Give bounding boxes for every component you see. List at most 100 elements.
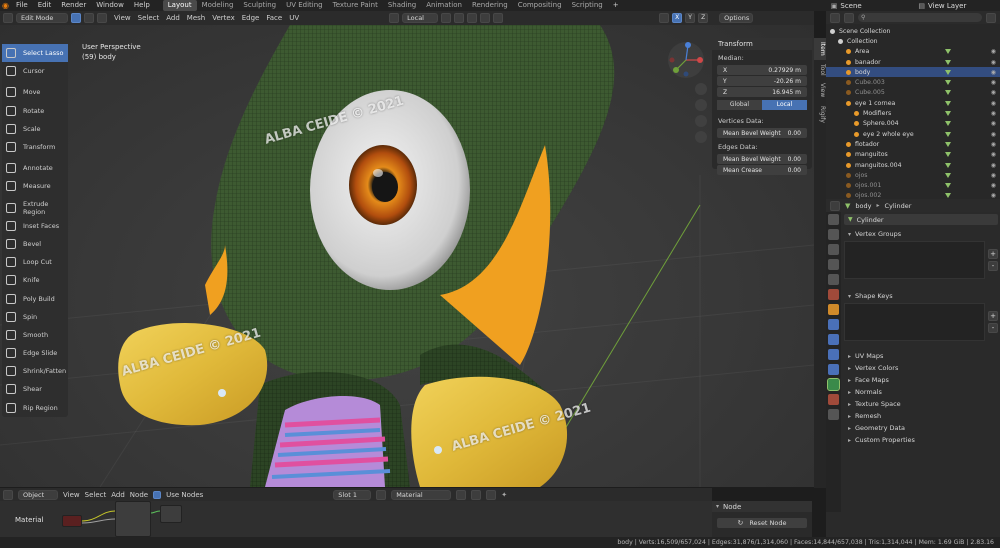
tab-rigify[interactable]: Rigify — [814, 102, 826, 127]
properties-editor-icon[interactable] — [830, 200, 840, 211]
tool-select-lasso[interactable]: Select Lasso — [2, 44, 68, 63]
tab-compositing[interactable]: Compositing — [513, 0, 567, 11]
axis-y-toggle[interactable]: Y — [685, 13, 696, 23]
transform-orientation-icon[interactable] — [389, 13, 400, 23]
mesh-name-field[interactable]: ▼ Cylinder — [844, 214, 998, 225]
tool-shrink-fatten[interactable]: Shrink/Fatten — [2, 362, 68, 380]
tool-shear[interactable]: Shear — [2, 380, 68, 398]
reset-node-button[interactable]: ↻ Reset Node — [717, 518, 807, 528]
texture-props-icon[interactable] — [828, 409, 839, 420]
mode-dropdown[interactable]: Edit Mode — [16, 13, 68, 23]
view-layer-props-icon[interactable] — [828, 259, 839, 270]
tool-bevel[interactable]: Bevel — [2, 235, 68, 253]
outliner-item[interactable]: ojos ◉ — [826, 170, 1000, 180]
visibility-eye-icon[interactable]: ◉ — [951, 182, 996, 189]
remove-vertex-group-button[interactable]: - — [988, 261, 998, 271]
local-button[interactable]: Local — [762, 100, 807, 110]
pivot-dropdown[interactable]: Local — [402, 13, 439, 23]
mean-crease-field[interactable]: Mean Crease 0.00 — [717, 165, 807, 175]
tool-cursor[interactable]: Cursor — [2, 62, 68, 80]
vertex-groups-section[interactable]: ▾ Vertex Groups — [844, 228, 998, 240]
output-props-icon[interactable] — [828, 244, 839, 255]
material-browse-icon[interactable] — [376, 489, 387, 500]
add-workspace-icon[interactable]: + — [608, 0, 624, 11]
tool-props-icon[interactable] — [828, 214, 839, 225]
camera-view-icon[interactable] — [695, 115, 707, 127]
menu-vertex[interactable]: Vertex — [212, 14, 235, 22]
visibility-eye-icon[interactable]: ◉ — [951, 79, 996, 86]
snap-settings-icon[interactable] — [467, 13, 478, 23]
outliner-item[interactable]: eye 1 cornea ◉ — [826, 98, 1000, 108]
world-props-icon[interactable] — [828, 289, 839, 300]
view-layer-field[interactable]: View Layer — [928, 2, 1000, 10]
section-geometry-data[interactable]: ▸ Geometry Data — [844, 422, 998, 434]
section-texture-space[interactable]: ▸ Texture Space — [844, 398, 998, 410]
visibility-eye-icon[interactable]: ◉ — [951, 59, 996, 66]
visibility-eye-icon[interactable]: ◉ — [951, 172, 996, 179]
menu-edge[interactable]: Edge — [242, 14, 260, 22]
menu-view[interactable]: View — [114, 14, 131, 22]
outliner-item[interactable]: Area ◉ — [826, 47, 1000, 57]
tab-uv-editing[interactable]: UV Editing — [281, 0, 328, 11]
scene-field[interactable]: Scene — [840, 2, 918, 10]
outliner-item[interactable]: Scene Collection — [826, 26, 1000, 36]
outliner-item[interactable]: manguitos.004 ◉ — [826, 160, 1000, 170]
texture-node[interactable] — [62, 515, 82, 527]
visibility-eye-icon[interactable]: ◉ — [951, 151, 996, 158]
outliner-item[interactable]: Cube.005 ◉ — [826, 88, 1000, 98]
menu-window[interactable]: Window — [91, 0, 129, 11]
options-dropdown[interactable]: Options — [719, 13, 754, 23]
physics-props-icon[interactable] — [828, 349, 839, 360]
shader-menu-node[interactable]: Node — [130, 491, 148, 499]
tool-move[interactable]: Move — [2, 83, 68, 101]
blender-logo-icon[interactable]: ◉ — [0, 0, 11, 11]
tab-view[interactable]: View — [814, 79, 826, 101]
outliner-item[interactable]: Collection — [826, 36, 1000, 46]
tool-inset-faces[interactable]: Inset Faces — [2, 217, 68, 235]
tab-scripting[interactable]: Scripting — [567, 0, 608, 11]
vertex-select-icon[interactable] — [71, 13, 81, 23]
proportional-edit-icon[interactable] — [480, 13, 491, 23]
material-name-field[interactable]: Material — [391, 489, 452, 500]
transform-panel-title[interactable]: Transform — [712, 38, 812, 50]
outliner-item[interactable]: Sphere.004 ◉ — [826, 119, 1000, 129]
section-remesh[interactable]: ▸ Remesh — [844, 410, 998, 422]
median-y-field[interactable]: Y -20.26 m — [717, 76, 807, 86]
tool-knife[interactable]: Knife — [2, 271, 68, 289]
shader-type-dropdown[interactable]: Object — [18, 489, 58, 500]
outliner-item[interactable]: ojos.001 ◉ — [826, 180, 1000, 190]
render-props-icon[interactable] — [828, 229, 839, 240]
tab-shading[interactable]: Shading — [383, 0, 421, 11]
fake-user-icon[interactable] — [456, 489, 467, 500]
menu-face[interactable]: Face — [266, 14, 282, 22]
section-normals[interactable]: ▸ Normals — [844, 386, 998, 398]
tab-texture-paint[interactable]: Texture Paint — [328, 0, 383, 11]
tab-rendering[interactable]: Rendering — [467, 0, 513, 11]
outliner-item[interactable]: body ◉ — [826, 67, 1000, 78]
shader-menu-add[interactable]: Add — [111, 491, 125, 499]
tool-loop-cut[interactable]: Loop Cut — [2, 253, 68, 271]
shape-keys-section[interactable]: ▾ Shape Keys — [844, 290, 998, 302]
add-vertex-group-button[interactable]: + — [988, 249, 998, 259]
section-vertex-colors[interactable]: ▸ Vertex Colors — [844, 362, 998, 374]
menu-edit[interactable]: Edit — [33, 0, 57, 11]
global-button[interactable]: Global — [717, 100, 762, 110]
particles-props-icon[interactable] — [828, 334, 839, 345]
pivot-point-icon[interactable] — [441, 13, 452, 23]
tool-scale[interactable]: Scale — [2, 120, 68, 138]
object-props-icon[interactable] — [828, 304, 839, 315]
slot-dropdown[interactable]: Slot 1 — [333, 489, 372, 500]
mesh-data-props-icon[interactable] — [827, 378, 840, 391]
menu-select[interactable]: Select — [138, 14, 160, 22]
material-props-icon[interactable] — [828, 394, 839, 405]
use-nodes-checkbox[interactable] — [153, 490, 162, 499]
outliner-item[interactable]: banador ◉ — [826, 57, 1000, 67]
tab-sculpting[interactable]: Sculpting — [238, 0, 281, 11]
outliner-item[interactable]: flotador ◉ — [826, 139, 1000, 149]
scene-props-icon[interactable] — [828, 274, 839, 285]
pan-icon[interactable] — [695, 99, 707, 111]
tool-annotate[interactable]: Annotate — [2, 159, 68, 177]
tab-item[interactable]: Item — [814, 38, 826, 60]
constraint-props-icon[interactable] — [828, 364, 839, 375]
3d-viewport[interactable]: ALBA CEIDE © 2021 ALBA CEIDE © 2021 ALBA… — [0, 25, 814, 487]
